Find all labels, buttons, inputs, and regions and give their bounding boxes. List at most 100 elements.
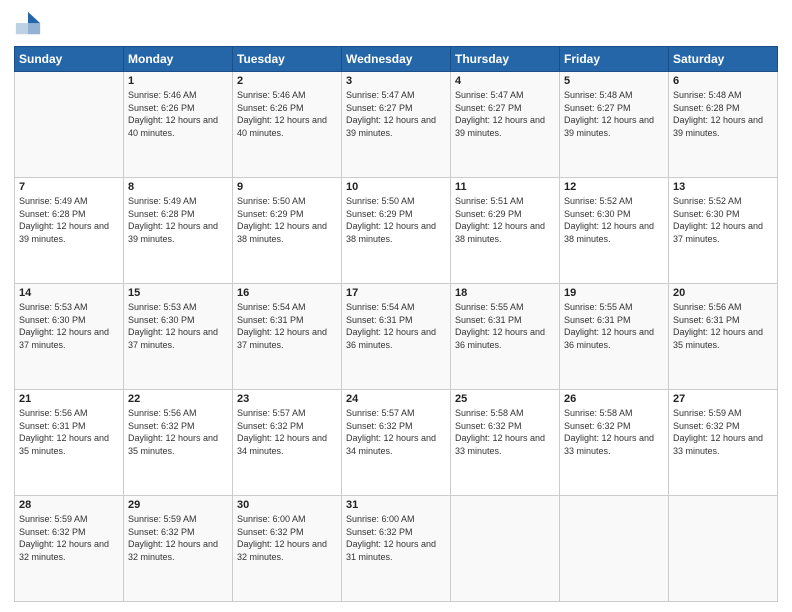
cell-info: Sunrise: 5:54 AMSunset: 6:31 PMDaylight:…: [237, 301, 337, 351]
day-number: 27: [673, 393, 773, 405]
calendar-cell: 30 Sunrise: 6:00 AMSunset: 6:32 PMDayligh…: [233, 496, 342, 602]
calendar-cell: 13 Sunrise: 5:52 AMSunset: 6:30 PMDayligh…: [669, 178, 778, 284]
calendar-cell: 4 Sunrise: 5:47 AMSunset: 6:27 PMDaylight…: [451, 72, 560, 178]
day-number: 13: [673, 181, 773, 193]
day-header-sunday: Sunday: [15, 47, 124, 72]
calendar-cell: 15 Sunrise: 5:53 AMSunset: 6:30 PMDayligh…: [124, 284, 233, 390]
day-header-thursday: Thursday: [451, 47, 560, 72]
calendar-cell: 10Sunrise: 5:50 AMSunset: 6:29 PMDayligh…: [342, 178, 451, 284]
calendar-cell: 1 Sunrise: 5:46 AMSunset: 6:26 PMDaylight…: [124, 72, 233, 178]
day-number: 20: [673, 287, 773, 299]
calendar-cell: 29Sunrise: 5:59 AMSunset: 6:32 PMDayligh…: [124, 496, 233, 602]
day-number: 25: [455, 393, 555, 405]
cell-info: Sunrise: 5:50 AMSunset: 6:29 PMDaylight:…: [346, 195, 446, 245]
logo-icon: [14, 10, 42, 38]
day-header-wednesday: Wednesday: [342, 47, 451, 72]
calendar-cell: 11 Sunrise: 5:51 AMSunset: 6:29 PMDayligh…: [451, 178, 560, 284]
cell-info: Sunrise: 5:53 AMSunset: 6:30 PMDaylight:…: [19, 301, 119, 351]
calendar-cell: 8Sunrise: 5:49 AMSunset: 6:28 PMDaylight…: [124, 178, 233, 284]
day-number: 19: [564, 287, 664, 299]
day-number: 2: [237, 75, 337, 87]
calendar-cell: 19 Sunrise: 5:55 AMSunset: 6:31 PMDayligh…: [560, 284, 669, 390]
week-row-1: 1 Sunrise: 5:46 AMSunset: 6:26 PMDaylight…: [15, 72, 778, 178]
calendar-cell: 24Sunrise: 5:57 AMSunset: 6:32 PMDayligh…: [342, 390, 451, 496]
cell-info: Sunrise: 6:00 AMSunset: 6:32 PMDaylight:…: [346, 513, 446, 563]
calendar-cell: [560, 496, 669, 602]
calendar-header: SundayMondayTuesdayWednesdayThursdayFrid…: [15, 47, 778, 72]
cell-info: Sunrise: 5:52 AMSunset: 6:30 PMDaylight:…: [673, 195, 773, 245]
day-header-monday: Monday: [124, 47, 233, 72]
cell-info: Sunrise: 5:54 AMSunset: 6:31 PMDaylight:…: [346, 301, 446, 351]
calendar-cell: 31 Sunrise: 6:00 AMSunset: 6:32 PMDayligh…: [342, 496, 451, 602]
header: [14, 10, 778, 38]
cell-info: Sunrise: 5:57 AMSunset: 6:32 PMDaylight:…: [346, 407, 446, 457]
calendar-cell: 25 Sunrise: 5:58 AMSunset: 6:32 PMDayligh…: [451, 390, 560, 496]
day-number: 1: [128, 75, 228, 87]
cell-info: Sunrise: 5:58 AMSunset: 6:32 PMDaylight:…: [455, 407, 555, 457]
day-number: 15: [128, 287, 228, 299]
day-number: 28: [19, 499, 119, 511]
cell-info: Sunrise: 5:52 AMSunset: 6:30 PMDaylight:…: [564, 195, 664, 245]
day-number: 11: [455, 181, 555, 193]
cell-info: Sunrise: 5:51 AMSunset: 6:29 PMDaylight:…: [455, 195, 555, 245]
cell-info: Sunrise: 5:48 AMSunset: 6:28 PMDaylight:…: [673, 89, 773, 139]
cell-info: Sunrise: 5:49 AMSunset: 6:28 PMDaylight:…: [128, 195, 228, 245]
cell-info: Sunrise: 5:59 AMSunset: 6:32 PMDaylight:…: [19, 513, 119, 563]
calendar-cell: 2 Sunrise: 5:46 AMSunset: 6:26 PMDaylight…: [233, 72, 342, 178]
week-row-2: 7 Sunrise: 5:49 AMSunset: 6:28 PMDaylight…: [15, 178, 778, 284]
calendar-cell: [15, 72, 124, 178]
day-header-row: SundayMondayTuesdayWednesdayThursdayFrid…: [15, 47, 778, 72]
cell-info: Sunrise: 5:46 AMSunset: 6:26 PMDaylight:…: [128, 89, 228, 139]
day-number: 30: [237, 499, 337, 511]
cell-info: Sunrise: 5:59 AMSunset: 6:32 PMDaylight:…: [673, 407, 773, 457]
calendar-cell: 16 Sunrise: 5:54 AMSunset: 6:31 PMDayligh…: [233, 284, 342, 390]
day-number: 31: [346, 499, 446, 511]
day-number: 4: [455, 75, 555, 87]
day-header-saturday: Saturday: [669, 47, 778, 72]
calendar-cell: 20 Sunrise: 5:56 AMSunset: 6:31 PMDayligh…: [669, 284, 778, 390]
logo: [14, 10, 46, 38]
cell-info: Sunrise: 5:48 AMSunset: 6:27 PMDaylight:…: [564, 89, 664, 139]
day-number: 3: [346, 75, 446, 87]
calendar-cell: 18Sunrise: 5:55 AMSunset: 6:31 PMDayligh…: [451, 284, 560, 390]
day-number: 14: [19, 287, 119, 299]
calendar-cell: 17Sunrise: 5:54 AMSunset: 6:31 PMDayligh…: [342, 284, 451, 390]
calendar-cell: 23 Sunrise: 5:57 AMSunset: 6:32 PMDayligh…: [233, 390, 342, 496]
calendar-cell: 21 Sunrise: 5:56 AMSunset: 6:31 PMDayligh…: [15, 390, 124, 496]
calendar-cell: 6Sunrise: 5:48 AMSunset: 6:28 PMDaylight…: [669, 72, 778, 178]
cell-info: Sunrise: 5:55 AMSunset: 6:31 PMDaylight:…: [455, 301, 555, 351]
day-number: 23: [237, 393, 337, 405]
day-number: 9: [237, 181, 337, 193]
cell-info: Sunrise: 5:47 AMSunset: 6:27 PMDaylight:…: [455, 89, 555, 139]
cell-info: Sunrise: 5:46 AMSunset: 6:26 PMDaylight:…: [237, 89, 337, 139]
day-number: 26: [564, 393, 664, 405]
cell-info: Sunrise: 5:53 AMSunset: 6:30 PMDaylight:…: [128, 301, 228, 351]
cell-info: Sunrise: 6:00 AMSunset: 6:32 PMDaylight:…: [237, 513, 337, 563]
calendar-body: 1 Sunrise: 5:46 AMSunset: 6:26 PMDaylight…: [15, 72, 778, 602]
page: SundayMondayTuesdayWednesdayThursdayFrid…: [0, 0, 792, 612]
calendar-cell: 5 Sunrise: 5:48 AMSunset: 6:27 PMDaylight…: [560, 72, 669, 178]
calendar-cell: 14 Sunrise: 5:53 AMSunset: 6:30 PMDayligh…: [15, 284, 124, 390]
calendar-cell: [669, 496, 778, 602]
day-number: 21: [19, 393, 119, 405]
cell-info: Sunrise: 5:56 AMSunset: 6:31 PMDaylight:…: [673, 301, 773, 351]
calendar-cell: 3Sunrise: 5:47 AMSunset: 6:27 PMDaylight…: [342, 72, 451, 178]
day-number: 12: [564, 181, 664, 193]
calendar-cell: 28 Sunrise: 5:59 AMSunset: 6:32 PMDayligh…: [15, 496, 124, 602]
cell-info: Sunrise: 5:49 AMSunset: 6:28 PMDaylight:…: [19, 195, 119, 245]
day-header-friday: Friday: [560, 47, 669, 72]
day-number: 16: [237, 287, 337, 299]
cell-info: Sunrise: 5:50 AMSunset: 6:29 PMDaylight:…: [237, 195, 337, 245]
day-number: 7: [19, 181, 119, 193]
calendar-cell: 7 Sunrise: 5:49 AMSunset: 6:28 PMDaylight…: [15, 178, 124, 284]
calendar-cell: [451, 496, 560, 602]
cell-info: Sunrise: 5:56 AMSunset: 6:32 PMDaylight:…: [128, 407, 228, 457]
day-number: 5: [564, 75, 664, 87]
cell-info: Sunrise: 5:57 AMSunset: 6:32 PMDaylight:…: [237, 407, 337, 457]
day-header-tuesday: Tuesday: [233, 47, 342, 72]
calendar-cell: 26 Sunrise: 5:58 AMSunset: 6:32 PMDayligh…: [560, 390, 669, 496]
cell-info: Sunrise: 5:56 AMSunset: 6:31 PMDaylight:…: [19, 407, 119, 457]
cell-info: Sunrise: 5:55 AMSunset: 6:31 PMDaylight:…: [564, 301, 664, 351]
day-number: 22: [128, 393, 228, 405]
cell-info: Sunrise: 5:58 AMSunset: 6:32 PMDaylight:…: [564, 407, 664, 457]
